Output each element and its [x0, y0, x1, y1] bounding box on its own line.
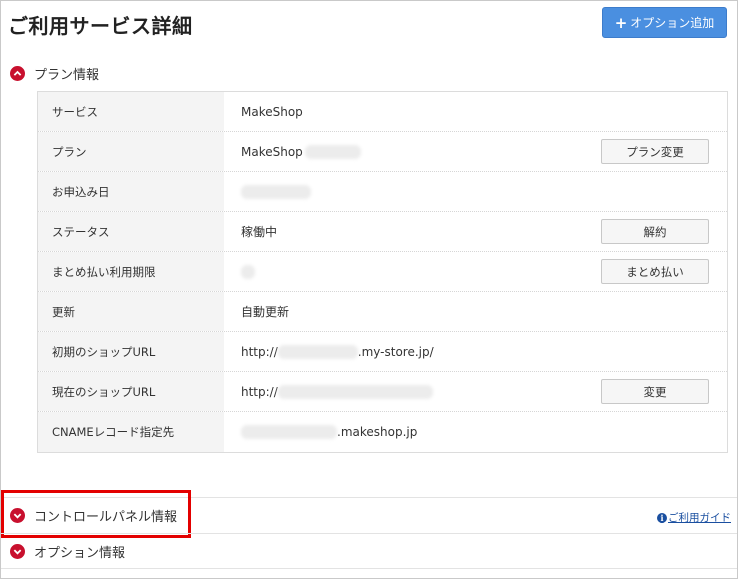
row-value: MakeShop プラン変更 — [224, 132, 727, 171]
bulk-payment-button[interactable]: まとめ払い — [601, 259, 709, 284]
table-row: お申込み日 — [38, 172, 727, 212]
renewal-value: 自動更新 — [241, 305, 290, 319]
redacted-text — [241, 425, 337, 439]
row-value: MakeShop — [224, 92, 727, 131]
redacted-text — [241, 184, 311, 199]
chevron-up-icon[interactable] — [10, 65, 25, 81]
table-row: 現在のショップURL http:// 変更 — [38, 372, 727, 412]
current-url-prefix: http:// — [241, 384, 278, 399]
change-plan-button[interactable]: プラン変更 — [601, 139, 709, 164]
plus-icon: + — [614, 13, 628, 32]
row-label: 初期のショップURL — [38, 332, 224, 371]
section-header-control-panel-info[interactable]: コントロールパネル情報 — [10, 505, 177, 525]
table-row: プラン MakeShop プラン変更 — [38, 132, 727, 172]
initial-url-prefix: http:// — [241, 344, 278, 359]
row-label: まとめ払い利用期限 — [38, 252, 224, 291]
row-value: .makeshop.jp — [224, 412, 727, 452]
section-divider — [1, 497, 737, 498]
row-value: まとめ払い — [224, 252, 727, 291]
table-row: 更新 自動更新 — [38, 292, 727, 332]
row-value: http:// 変更 — [224, 372, 727, 411]
row-value — [224, 172, 727, 211]
service-value: MakeShop — [241, 104, 303, 119]
row-label: CNAMEレコード指定先 — [38, 412, 224, 452]
table-row: CNAMEレコード指定先 .makeshop.jp — [38, 412, 727, 452]
status-value: 稼働中 — [241, 225, 278, 239]
chevron-down-icon[interactable] — [10, 507, 25, 523]
row-label: 更新 — [38, 292, 224, 331]
chevron-down-icon[interactable] — [10, 543, 25, 559]
row-value: 自動更新 — [224, 292, 727, 331]
cancel-contract-button[interactable]: 解約 — [601, 219, 709, 244]
plan-info-table: サービス MakeShop プラン MakeShop プラン変更 お申込み日 ス… — [37, 91, 728, 453]
add-option-button[interactable]: + オプション追加 — [602, 7, 727, 38]
plan-value: MakeShop — [241, 144, 303, 159]
row-label: プラン — [38, 132, 224, 171]
usage-guide-link[interactable]: i ご利用ガイド — [657, 510, 731, 525]
page-title: ご利用サービス詳細 — [8, 14, 193, 38]
section-label-control-panel-info: コントロールパネル情報 — [34, 509, 178, 525]
table-row: 初期のショップURL http:// .my-store.jp/ — [38, 332, 727, 372]
section-label-plan-info: プラン情報 — [34, 67, 100, 83]
usage-guide-label: ご利用ガイド — [668, 512, 731, 524]
redacted-text — [241, 264, 255, 279]
info-icon: i — [657, 512, 667, 523]
row-label: ステータス — [38, 212, 224, 251]
table-row: サービス MakeShop — [38, 92, 727, 132]
section-header-plan-info[interactable]: プラン情報 — [10, 63, 99, 83]
change-url-button[interactable]: 変更 — [601, 379, 709, 404]
section-divider — [1, 533, 737, 534]
row-label: お申込み日 — [38, 172, 224, 211]
redacted-text — [277, 344, 358, 359]
section-label-option-info: オプション情報 — [34, 545, 126, 561]
table-row: ステータス 稼働中 解約 — [38, 212, 727, 252]
initial-url-suffix: .my-store.jp/ — [357, 344, 434, 359]
cname-suffix: .makeshop.jp — [337, 425, 418, 439]
row-value: 稼働中 解約 — [224, 212, 727, 251]
row-label: 現在のショップURL — [38, 372, 224, 411]
row-label: サービス — [38, 92, 224, 131]
row-value: http:// .my-store.jp/ — [224, 332, 727, 371]
section-divider — [1, 568, 737, 569]
section-header-option-info[interactable]: オプション情報 — [10, 541, 125, 561]
table-row: まとめ払い利用期限 まとめ払い — [38, 252, 727, 292]
redacted-text — [304, 144, 361, 159]
add-option-label: オプション追加 — [630, 16, 715, 30]
redacted-text — [277, 384, 433, 399]
